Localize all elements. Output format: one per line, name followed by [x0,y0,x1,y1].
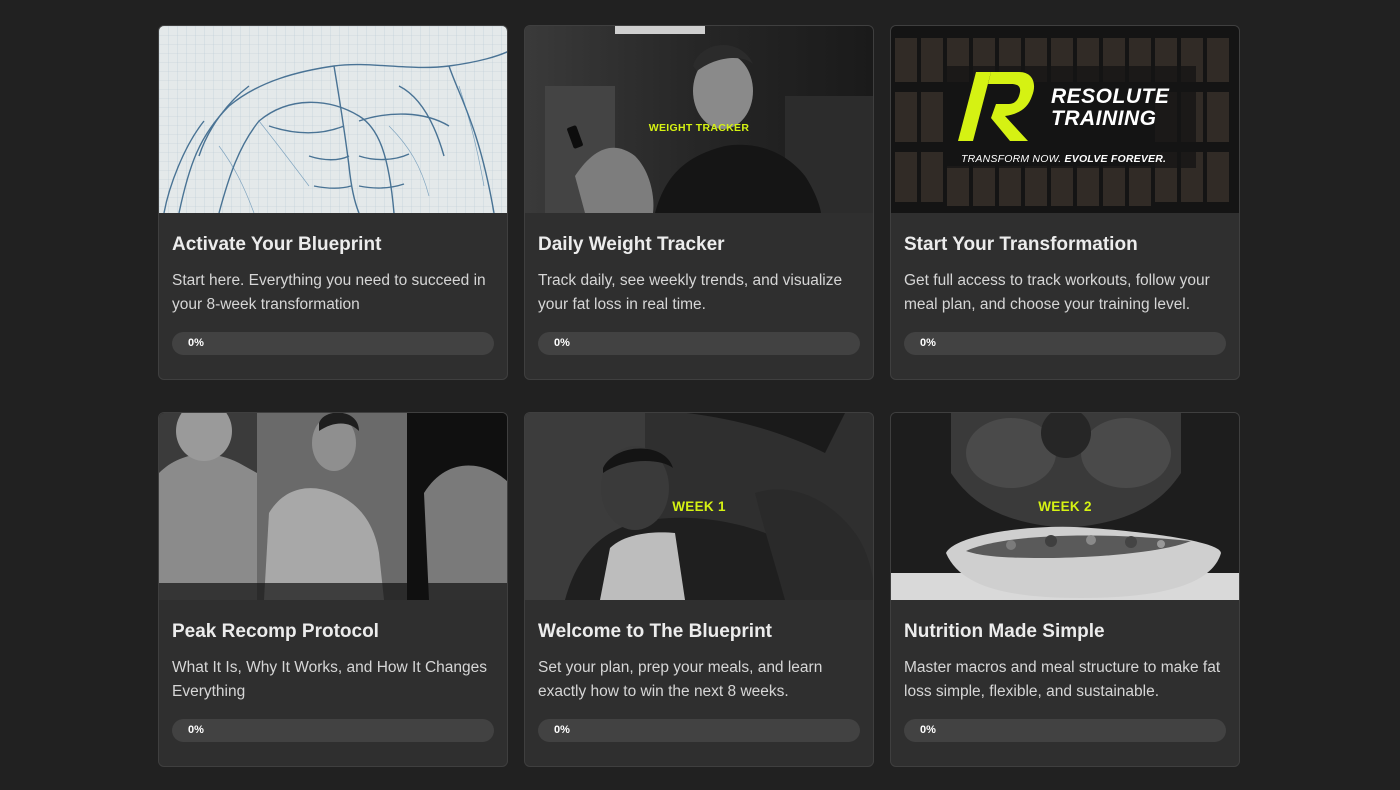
course-thumbnail-weight-tracker[interactable]: WEIGHT TRACKER [525,26,873,213]
course-title[interactable]: Welcome to The Blueprint [538,620,860,644]
progress-label: 0% [188,724,204,736]
course-description: Set your plan, prep your meals, and lear… [538,659,823,700]
progress-bar: 0% [538,332,860,355]
progress-bar: 0% [538,719,860,742]
course-description: Get full access to track workouts, follo… [904,272,1210,313]
thumbnail-overlay-label: WEIGHT TRACKER [648,122,750,134]
course-title[interactable]: Activate Your Blueprint [172,233,494,257]
progress-label: 0% [920,724,936,736]
thumbnail-overlay-label: WEEK 1 [672,499,726,514]
course-thumbnail-week-2[interactable]: WEEK 2 [891,413,1239,600]
progress-bar: 0% [904,332,1226,355]
course-title[interactable]: Nutrition Made Simple [904,620,1226,644]
course-card-nutrition[interactable]: WEEK 2 Nutrition Made Simple Master macr… [890,412,1240,767]
brand-wordmark: RESOLUTE TRAINING [1051,85,1170,130]
progress-bar: 0% [904,719,1226,742]
physique-triptych-image [159,413,507,600]
progress-label: 0% [554,337,570,349]
progress-bar: 0% [172,719,494,742]
progress-label: 0% [920,337,936,349]
course-card-welcome-blueprint[interactable]: WEEK 1 Welcome to The Blueprint Set your… [524,412,874,767]
course-description: Master macros and meal structure to make… [904,659,1221,700]
course-thumbnail-resolute-training[interactable]: RESOLUTE TRAINING TRANSFORM NOW. EVOLVE … [891,26,1239,213]
course-title[interactable]: Daily Weight Tracker [538,233,860,257]
course-card-weight-tracker[interactable]: WEIGHT TRACKER Daily Weight Tracker Trac… [524,25,874,380]
course-description: Start here. Everything you need to succe… [172,272,486,313]
course-thumbnail-anatomy-sketch[interactable] [159,26,507,213]
course-title[interactable]: Start Your Transformation [904,233,1226,257]
anatomy-sketch-image [159,26,507,213]
course-title[interactable]: Peak Recomp Protocol [172,620,494,644]
progress-label: 0% [188,337,204,349]
course-card-activate-blueprint[interactable]: Activate Your Blueprint Start here. Ever… [158,25,508,380]
course-description: Track daily, see weekly trends, and visu… [538,272,843,313]
course-thumbnail-physique-triptych[interactable] [159,413,507,600]
progress-label: 0% [554,724,570,736]
course-description: What It Is, Why It Works, and How It Cha… [172,659,487,700]
man-with-phone-image [525,26,873,213]
course-grid: Activate Your Blueprint Start here. Ever… [158,25,1240,767]
brand-tagline: TRANSFORM NOW. EVOLVE FOREVER. [961,153,1167,165]
course-card-peak-recomp[interactable]: Peak Recomp Protocol What It Is, Why It … [158,412,508,767]
thumbnail-overlay-label: WEEK 2 [1038,499,1092,514]
progress-bar: 0% [172,332,494,355]
course-card-start-transformation[interactable]: RESOLUTE TRAINING TRANSFORM NOW. EVOLVE … [890,25,1240,380]
course-thumbnail-week-1[interactable]: WEEK 1 [525,413,873,600]
